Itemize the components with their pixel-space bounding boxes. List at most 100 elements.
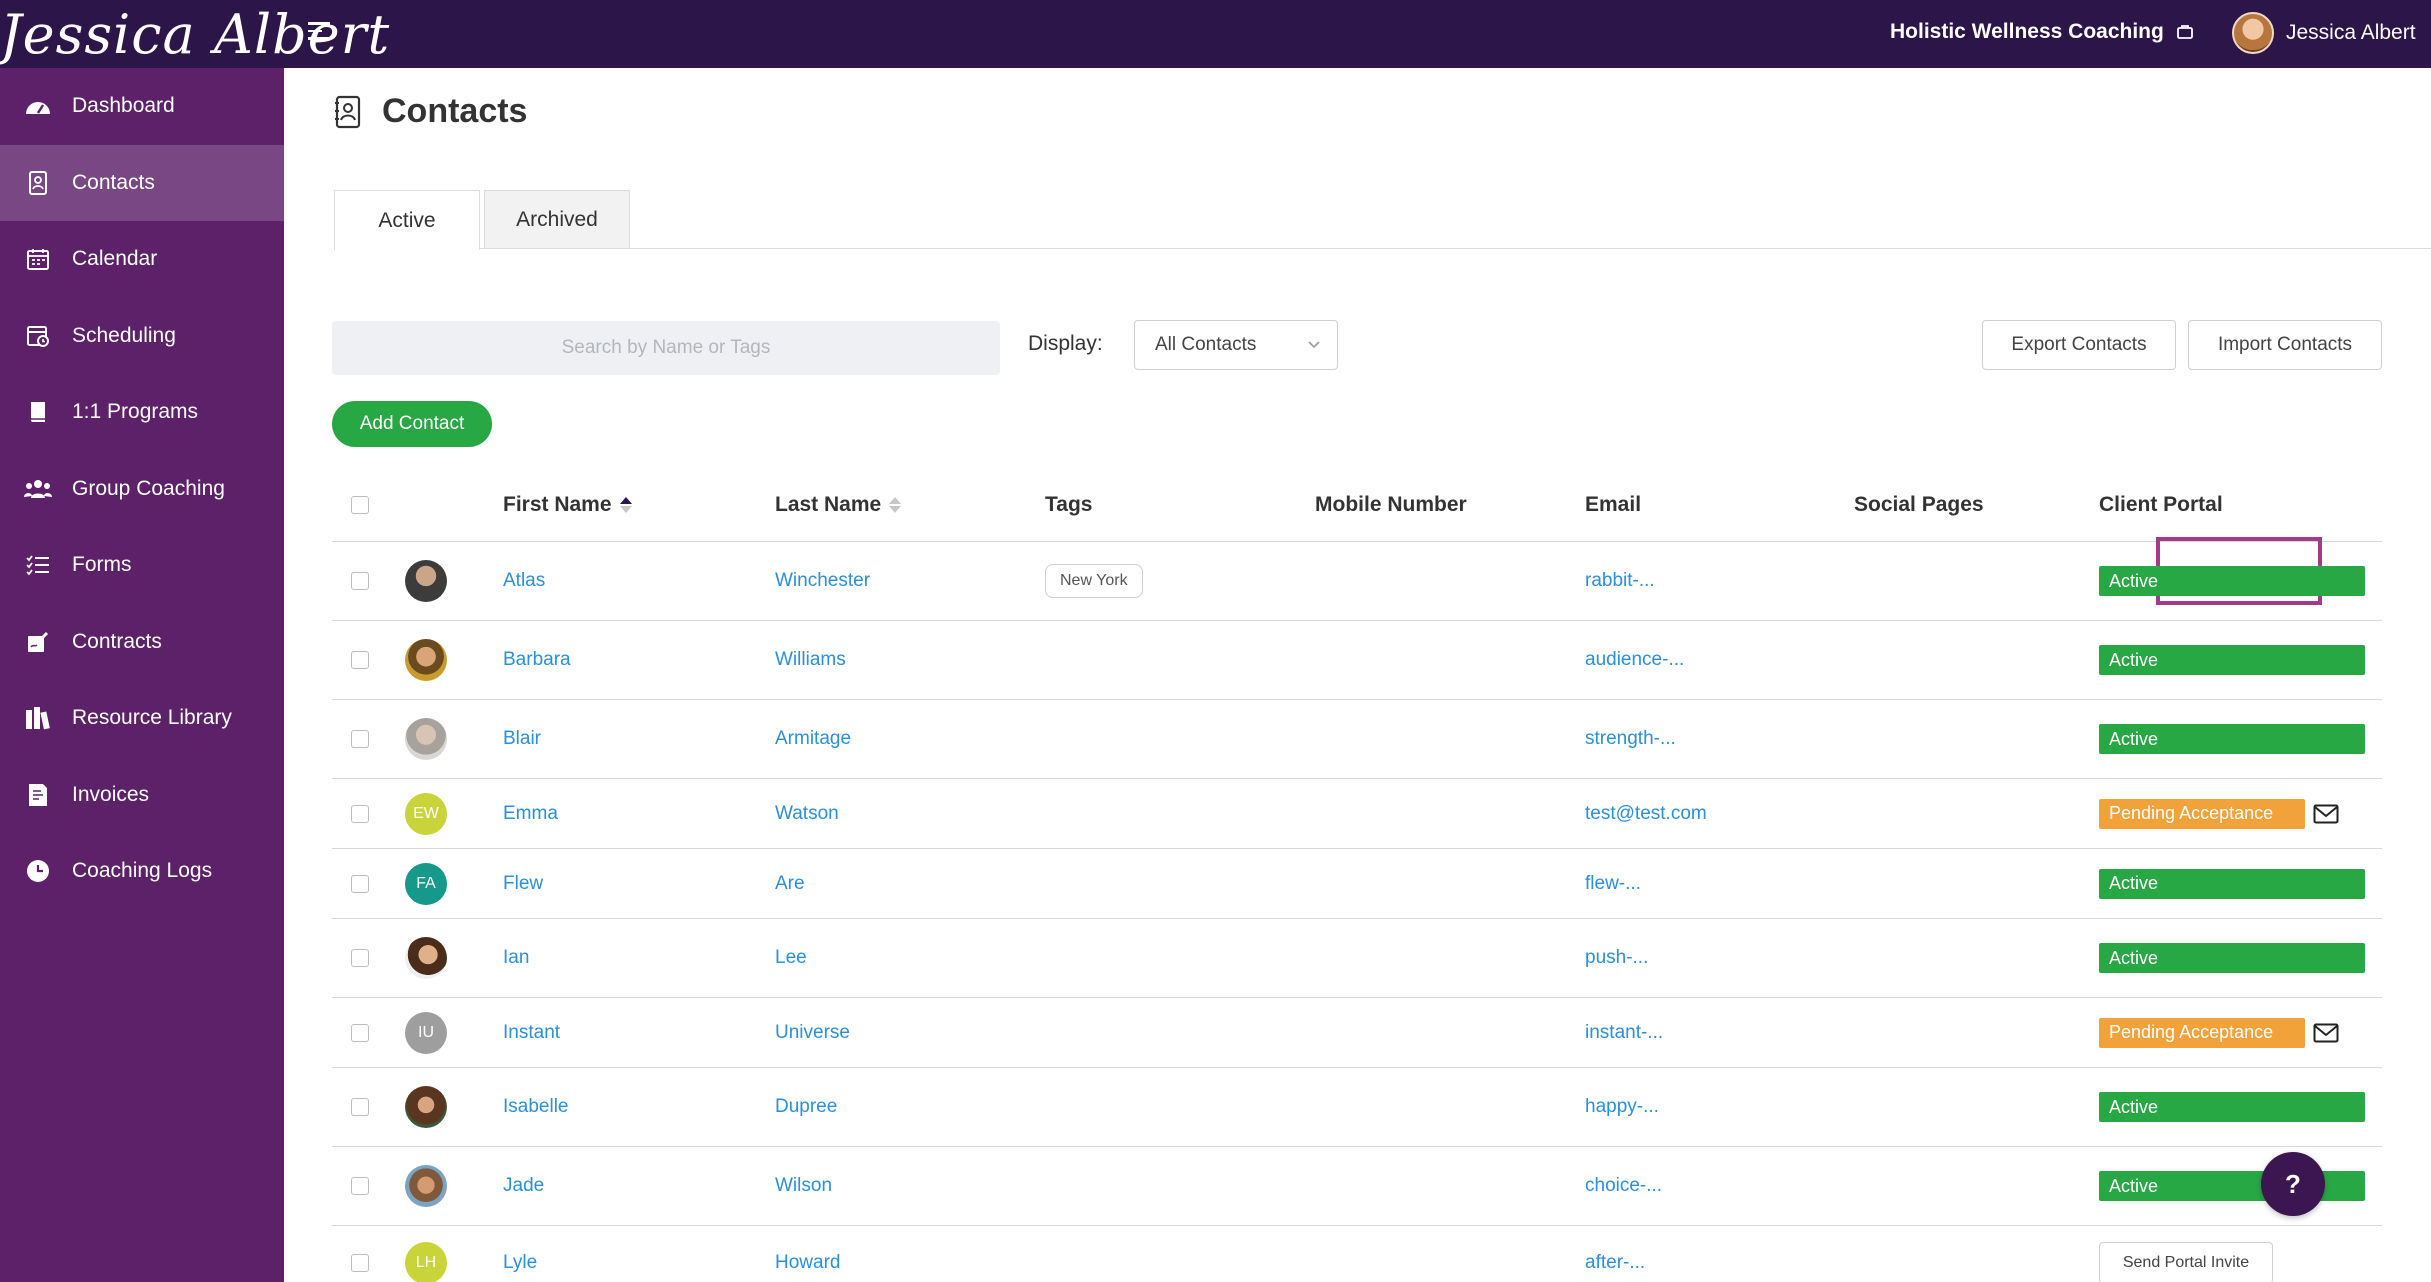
last-name-link[interactable]: Dupree — [775, 1096, 837, 1118]
sidebar-item-coaching-logs[interactable]: Coaching Logs — [0, 833, 284, 910]
table-row: Barbara Williams audience-... Active — [332, 621, 2382, 700]
select-all-checkbox[interactable] — [351, 496, 369, 514]
last-name-link[interactable]: Howard — [775, 1252, 840, 1274]
row-checkbox[interactable] — [351, 572, 369, 590]
row-checkbox[interactable] — [351, 1254, 369, 1272]
column-social-pages: Social Pages — [1854, 493, 1984, 516]
portal-status-badge: Pending Acceptance — [2099, 1017, 2305, 1048]
avatar — [405, 937, 447, 979]
sidebar-item-resource-library[interactable]: Resource Library — [0, 680, 284, 757]
send-portal-invite-button[interactable]: Send Portal Invite — [2099, 1242, 2273, 1282]
email-link[interactable]: instant-... — [1585, 1022, 1663, 1044]
table-row: Ian Lee push-... Active — [332, 919, 2382, 998]
sidebar-item-forms[interactable]: Forms — [0, 527, 284, 604]
last-name-link[interactable]: Lee — [775, 947, 807, 969]
avatar: EW — [405, 792, 447, 835]
row-checkbox[interactable] — [351, 804, 369, 823]
email-link[interactable]: test@test.com — [1585, 803, 1707, 825]
contacts-icon — [24, 169, 52, 197]
display-select[interactable]: All Contacts — [1134, 320, 1338, 370]
last-name-link[interactable]: Universe — [775, 1022, 850, 1044]
row-checkbox[interactable] — [351, 1098, 369, 1116]
last-name-link[interactable]: Are — [775, 873, 805, 895]
envelope-icon[interactable] — [2313, 804, 2339, 824]
business-name: Holistic Wellness Coaching — [1890, 20, 2164, 43]
row-checkbox[interactable] — [351, 949, 369, 967]
user-menu[interactable]: Jessica Albert — [2232, 12, 2416, 54]
help-button[interactable]: ? — [2261, 1152, 2325, 1216]
add-contact-button[interactable]: Add Contact — [332, 401, 492, 447]
row-checkbox[interactable] — [351, 874, 369, 893]
page-title: Contacts — [382, 92, 528, 130]
sort-ascending-icon — [619, 497, 632, 513]
portal-status-badge: Pending Acceptance — [2099, 798, 2305, 829]
email-link[interactable]: rabbit-... — [1585, 570, 1655, 592]
contract-icon — [24, 628, 52, 656]
sidebar-item-calendar[interactable]: Calendar — [0, 221, 284, 298]
sidebar-item-programs[interactable]: 1:1 Programs — [0, 374, 284, 451]
row-checkbox[interactable] — [351, 651, 369, 669]
sidebar-item-contracts[interactable]: Contracts — [0, 604, 284, 681]
last-name-link[interactable]: Wilson — [775, 1175, 832, 1197]
last-name-link[interactable]: Williams — [775, 649, 846, 671]
portal-status-badge: Active — [2099, 645, 2365, 675]
email-link[interactable]: choice-... — [1585, 1175, 1662, 1197]
column-client-portal: Client Portal — [2099, 493, 2223, 516]
import-contacts-button[interactable]: Import Contacts — [2188, 320, 2382, 370]
email-link[interactable]: after-... — [1585, 1252, 1645, 1274]
sort-icon — [889, 497, 902, 513]
first-name-link[interactable]: Atlas — [503, 570, 545, 592]
email-link[interactable]: push-... — [1585, 947, 1648, 969]
last-name-link[interactable]: Winchester — [775, 570, 870, 592]
sidebar-item-scheduling[interactable]: Scheduling — [0, 298, 284, 375]
last-name-link[interactable]: Watson — [775, 803, 839, 825]
envelope-icon[interactable] — [2313, 1023, 2339, 1043]
table-row: Atlas Winchester New York rabbit-... Act… — [332, 542, 2382, 621]
first-name-link[interactable]: Instant — [503, 1022, 560, 1044]
first-name-link[interactable]: Ian — [503, 947, 529, 969]
business-switcher[interactable]: Holistic Wellness Coaching — [1890, 20, 2194, 44]
avatar — [405, 1165, 447, 1207]
sidebar-item-contacts[interactable]: Contacts — [0, 144, 284, 221]
avatar: IU — [405, 1011, 447, 1054]
avatar — [405, 560, 447, 602]
column-first-name[interactable]: First Name — [503, 468, 632, 542]
sidebar-item-dashboard[interactable]: Dashboard — [0, 68, 284, 145]
email-link[interactable]: audience-... — [1585, 649, 1684, 671]
tab-bar: Active Archived — [334, 190, 634, 250]
email-link[interactable]: flew-... — [1585, 873, 1641, 895]
export-contacts-button[interactable]: Export Contacts — [1982, 320, 2176, 370]
tag-badge[interactable]: New York — [1045, 564, 1143, 598]
tab-archived[interactable]: Archived — [484, 190, 630, 248]
avatar: FA — [405, 862, 447, 905]
tab-active[interactable]: Active — [334, 190, 480, 250]
first-name-link[interactable]: Flew — [503, 873, 543, 895]
menu-toggle-icon[interactable] — [308, 22, 330, 44]
first-name-link[interactable]: Jade — [503, 1175, 544, 1197]
chevron-down-icon — [1308, 341, 1320, 349]
first-name-link[interactable]: Barbara — [503, 649, 571, 671]
row-checkbox[interactable] — [351, 1023, 369, 1042]
avatar — [405, 639, 447, 681]
first-name-link[interactable]: Blair — [503, 728, 541, 750]
search-input[interactable] — [332, 321, 1000, 375]
user-name: Jessica Albert — [2286, 21, 2416, 44]
sidebar-item-group-coaching[interactable]: Group Coaching — [0, 451, 284, 528]
last-name-link[interactable]: Armitage — [775, 728, 851, 750]
briefcase-icon — [2176, 25, 2193, 39]
table-row: Jade Wilson choice-... Active — [332, 1147, 2382, 1226]
email-link[interactable]: happy-... — [1585, 1096, 1659, 1118]
first-name-link[interactable]: Lyle — [503, 1252, 537, 1274]
portal-status-badge: Active — [2099, 724, 2365, 754]
column-last-name[interactable]: Last Name — [775, 468, 902, 542]
page-header: Contacts — [334, 92, 527, 131]
table-header: First Name Last Name Tags Mobile Number … — [332, 468, 2382, 542]
portal-status-badge: Active — [2099, 566, 2365, 596]
first-name-link[interactable]: Emma — [503, 803, 558, 825]
row-checkbox[interactable] — [351, 1177, 369, 1195]
email-link[interactable]: strength-... — [1585, 728, 1676, 750]
first-name-link[interactable]: Isabelle — [503, 1096, 569, 1118]
brand-logo[interactable]: Jessica Albert — [0, 0, 390, 68]
row-checkbox[interactable] — [351, 730, 369, 748]
sidebar-item-invoices[interactable]: Invoices — [0, 757, 284, 834]
